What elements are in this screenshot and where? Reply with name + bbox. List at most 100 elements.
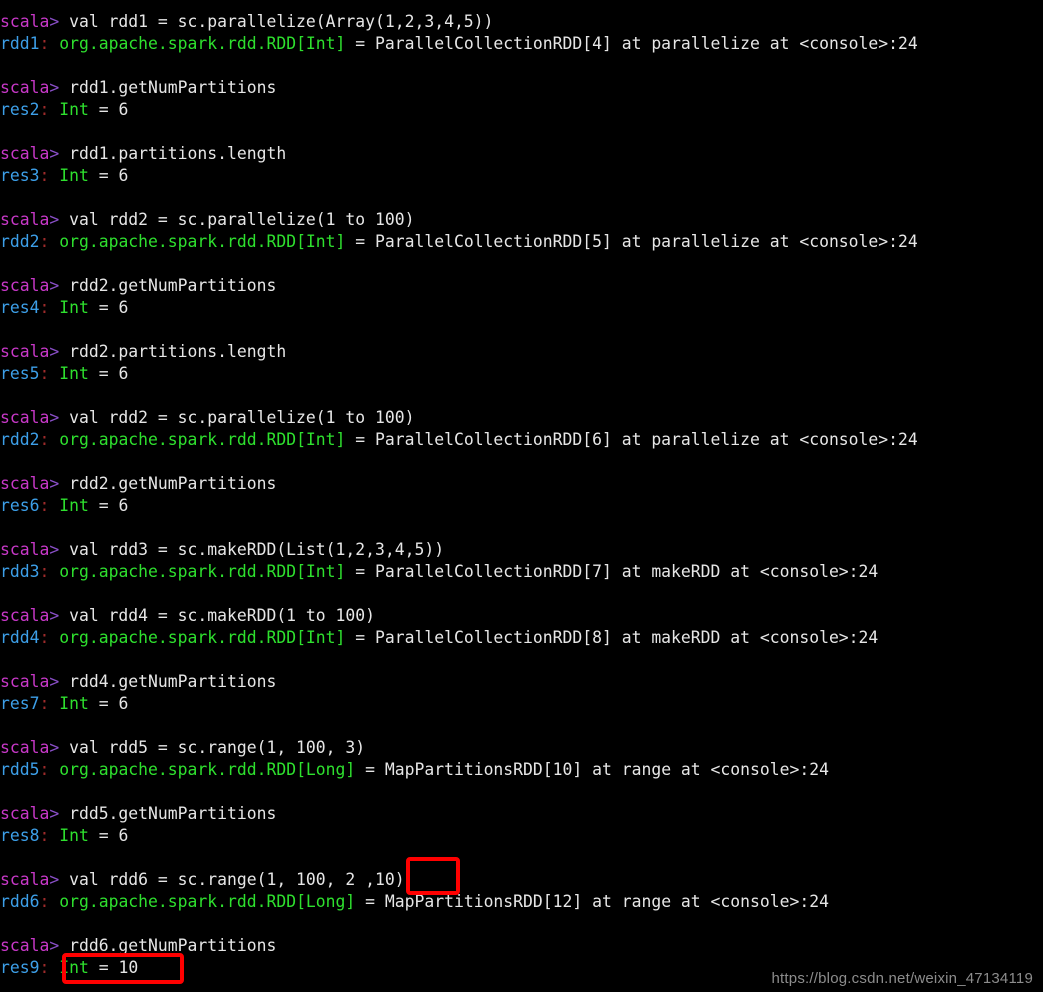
result-value: = ParallelCollectionRDD[8] at makeRDD at… xyxy=(345,628,879,647)
command-text: rdd2.partitions.length xyxy=(59,342,287,361)
console-result-line: rdd2: org.apache.spark.rdd.RDD[Int] = Pa… xyxy=(0,429,1043,451)
result-type: Int xyxy=(59,694,89,713)
result-colon: : xyxy=(39,760,60,779)
prompt-label: scala xyxy=(0,210,50,229)
command-text: rdd1.partitions.length xyxy=(59,144,287,163)
prompt-label: scala xyxy=(0,540,50,559)
command-text: rdd5.getNumPartitions xyxy=(59,804,277,823)
prompt-arrow: > xyxy=(49,210,60,229)
result-value: = 6 xyxy=(88,496,129,515)
console-input-line: scala> val rdd2 = sc.parallelize(1 to 10… xyxy=(0,407,1043,429)
result-colon: : xyxy=(39,166,60,185)
result-identifier: rdd4 xyxy=(0,628,40,647)
result-identifier: res7 xyxy=(0,694,40,713)
console-input-line: scala> val rdd4 = sc.makeRDD(1 to 100) xyxy=(0,605,1043,627)
result-type: org.apache.spark.rdd.RDD[Int] xyxy=(59,628,346,647)
console-input-line: scala> rdd2.getNumPartitions xyxy=(0,275,1043,297)
command-text: rdd2.getNumPartitions xyxy=(59,474,277,493)
command-text: rdd2.getNumPartitions xyxy=(59,276,277,295)
result-identifier: res6 xyxy=(0,496,40,515)
result-identifier: res8 xyxy=(0,826,40,845)
prompt-arrow: > xyxy=(49,474,60,493)
command-text: val rdd3 = sc.makeRDD(List(1,2,3,4,5)) xyxy=(59,540,445,559)
prompt-arrow: > xyxy=(49,738,60,757)
result-identifier: rdd2 xyxy=(0,430,40,449)
command-text: rdd6.getNumPartitions xyxy=(59,936,277,955)
prompt-arrow: > xyxy=(49,672,60,691)
result-type: Int xyxy=(59,826,89,845)
result-type: Int xyxy=(59,958,89,977)
console-result-line: rdd2: org.apache.spark.rdd.RDD[Int] = Pa… xyxy=(0,231,1043,253)
prompt-arrow: > xyxy=(49,540,60,559)
console-result-line: res6: Int = 6 xyxy=(0,495,1043,517)
console-input-line: scala> rdd2.partitions.length xyxy=(0,341,1043,363)
watermark-url: https://blog.csdn.net/weixin_47134119 xyxy=(771,970,1033,987)
console-input-line: scala> rdd1.getNumPartitions xyxy=(0,77,1043,99)
prompt-arrow: > xyxy=(49,870,60,889)
terminal-window[interactable]: scala> val rdd1 = sc.parallelize(Array(1… xyxy=(0,0,1043,992)
prompt-label: scala xyxy=(0,936,50,955)
console-result-line: res7: Int = 6 xyxy=(0,693,1043,715)
command-text: val rdd4 = sc.makeRDD(1 to 100) xyxy=(59,606,375,625)
result-type: org.apache.spark.rdd.RDD[Long] xyxy=(59,760,356,779)
console-input-line: scala> rdd1.partitions.length xyxy=(0,143,1043,165)
prompt-label: scala xyxy=(0,78,50,97)
console-input-line: scala> val rdd5 = sc.range(1, 100, 3) xyxy=(0,737,1043,759)
prompt-arrow: > xyxy=(49,804,60,823)
result-identifier: rdd1 xyxy=(0,34,40,53)
prompt-label: scala xyxy=(0,342,50,361)
command-text: val rdd2 = sc.parallelize(1 to 100) xyxy=(59,408,415,427)
result-value: = 6 xyxy=(88,694,129,713)
result-colon: : xyxy=(39,496,60,515)
prompt-label: scala xyxy=(0,408,50,427)
result-identifier: res9 xyxy=(0,958,40,977)
result-value: = MapPartitionsRDD[10] at range at <cons… xyxy=(355,760,829,779)
result-colon: : xyxy=(39,958,60,977)
prompt-arrow: > xyxy=(49,12,60,31)
console-result-line: rdd5: org.apache.spark.rdd.RDD[Long] = M… xyxy=(0,759,1043,781)
prompt-label: scala xyxy=(0,144,50,163)
result-type: Int xyxy=(59,364,89,383)
result-value: = 10 xyxy=(88,958,139,977)
prompt-label: scala xyxy=(0,474,50,493)
result-colon: : xyxy=(39,298,60,317)
prompt-arrow: > xyxy=(49,606,60,625)
result-value: = 6 xyxy=(88,100,129,119)
prompt-arrow: > xyxy=(49,78,60,97)
result-type: Int xyxy=(59,166,89,185)
console-input-line: scala> val rdd1 = sc.parallelize(Array(1… xyxy=(0,11,1043,33)
result-colon: : xyxy=(39,430,60,449)
prompt-label: scala xyxy=(0,276,50,295)
result-value: = ParallelCollectionRDD[5] at paralleliz… xyxy=(345,232,918,251)
result-value: = 6 xyxy=(88,298,129,317)
console-result-line: rdd3: org.apache.spark.rdd.RDD[Int] = Pa… xyxy=(0,561,1043,583)
console-input-line: scala> rdd6.getNumPartitions xyxy=(0,935,1043,957)
command-text: val rdd5 = sc.range(1, 100, 3) xyxy=(59,738,366,757)
console-output[interactable]: scala> val rdd1 = sc.parallelize(Array(1… xyxy=(0,11,1043,979)
console-input-line: scala> val rdd3 = sc.makeRDD(List(1,2,3,… xyxy=(0,539,1043,561)
console-input-line: scala> rdd5.getNumPartitions xyxy=(0,803,1043,825)
prompt-arrow: > xyxy=(49,342,60,361)
result-identifier: res3 xyxy=(0,166,40,185)
prompt-arrow: > xyxy=(49,144,60,163)
result-colon: : xyxy=(39,232,60,251)
result-identifier: rdd3 xyxy=(0,562,40,581)
result-value: = 6 xyxy=(88,826,129,845)
prompt-label: scala xyxy=(0,870,50,889)
result-type: org.apache.spark.rdd.RDD[Int] xyxy=(59,34,346,53)
command-text: rdd1.getNumPartitions xyxy=(59,78,277,97)
result-colon: : xyxy=(39,34,60,53)
result-colon: : xyxy=(39,100,60,119)
result-value: = MapPartitionsRDD[12] at range at <cons… xyxy=(355,892,829,911)
result-type: org.apache.spark.rdd.RDD[Long] xyxy=(59,892,356,911)
result-type: Int xyxy=(59,496,89,515)
